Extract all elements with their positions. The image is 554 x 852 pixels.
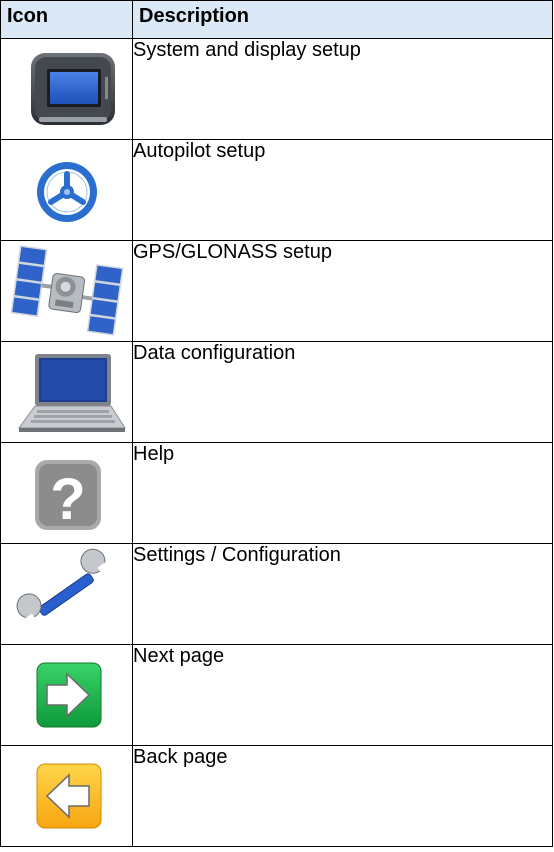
back-arrow-icon	[1, 746, 133, 846]
table-row: Autopilot setup	[0, 139, 553, 241]
display-unit-icon	[1, 39, 133, 139]
icon-column-header: Icon	[0, 0, 133, 39]
table-row: Next page	[0, 644, 553, 746]
help-question-icon: ?	[1, 443, 133, 543]
steering-wheel-icon	[1, 140, 133, 240]
description-column-header: Description	[132, 0, 553, 39]
svg-text:?: ?	[50, 467, 85, 532]
table-row: System and display setup	[0, 38, 553, 140]
description-cell: System and display setup	[132, 38, 553, 140]
table-row: GPS/GLONASS setup	[0, 240, 553, 342]
description-cell: Next page	[132, 644, 553, 746]
table-row: Settings / Configuration	[0, 543, 553, 645]
icon-description-table: Icon Description System and display setu…	[0, 0, 553, 847]
header-row: Icon Description	[0, 0, 553, 39]
satellite-icon	[1, 241, 133, 341]
description-cell: Data configuration	[132, 341, 553, 443]
description-cell: Settings / Configuration	[132, 543, 553, 645]
next-arrow-icon	[1, 645, 133, 745]
table-row: Back page	[0, 745, 553, 847]
table-row: Data configuration	[0, 341, 553, 443]
laptop-icon	[1, 342, 133, 442]
wrench-icon	[1, 544, 133, 644]
table-row: ? Help	[0, 442, 553, 544]
description-cell: GPS/GLONASS setup	[132, 240, 553, 342]
description-cell: Back page	[132, 745, 553, 847]
description-cell: Autopilot setup	[132, 139, 553, 241]
description-cell: Help	[132, 442, 553, 544]
